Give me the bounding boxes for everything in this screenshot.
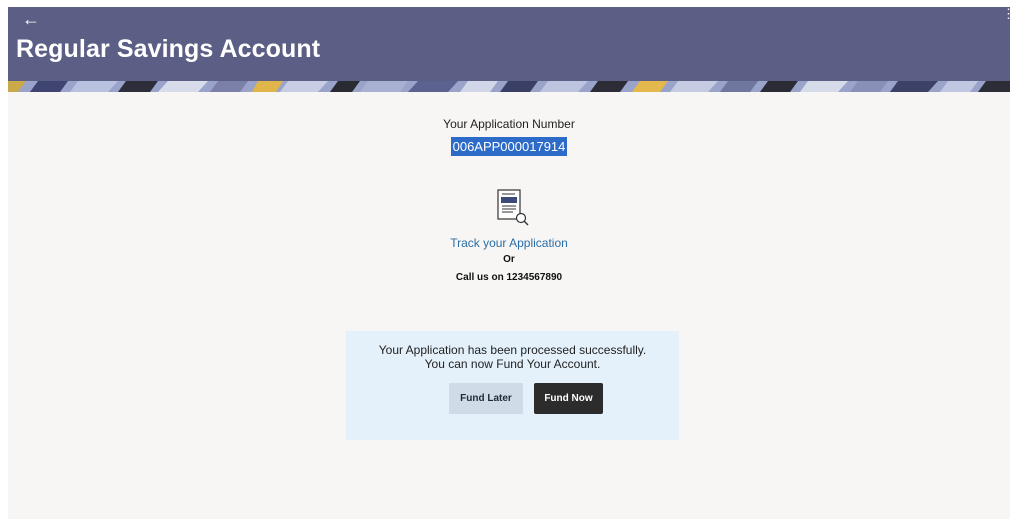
- decorative-banner: [8, 81, 1010, 92]
- fund-account-message: You can now Fund Your Account.: [424, 357, 601, 371]
- page-title: Regular Savings Account: [16, 35, 321, 63]
- success-panel: Your Application has been processed succ…: [346, 331, 679, 440]
- fund-later-button[interactable]: Fund Later: [449, 383, 523, 414]
- application-number-value: 006APP000017914: [450, 137, 568, 156]
- success-message: Your Application has been processed succ…: [378, 343, 647, 357]
- page-header: ← ⋮ Regular Savings Account: [8, 7, 1010, 81]
- or-separator: Or: [503, 254, 515, 265]
- call-us-text: Call us on 1234567890: [455, 272, 563, 283]
- back-arrow-icon[interactable]: ←: [22, 9, 42, 29]
- confirmation-content: Your Application Number 006APP000017914 …: [8, 92, 1010, 519]
- track-application-link[interactable]: Track your Application: [450, 236, 568, 250]
- document-search-icon: [497, 189, 529, 226]
- more-options-icon[interactable]: ⋮: [1002, 7, 1010, 27]
- fund-now-button[interactable]: Fund Now: [534, 383, 603, 414]
- app-frame: ← ⋮ Regular Savings Account Your Applica…: [8, 7, 1010, 519]
- application-number-label: Your Application Number: [443, 117, 575, 131]
